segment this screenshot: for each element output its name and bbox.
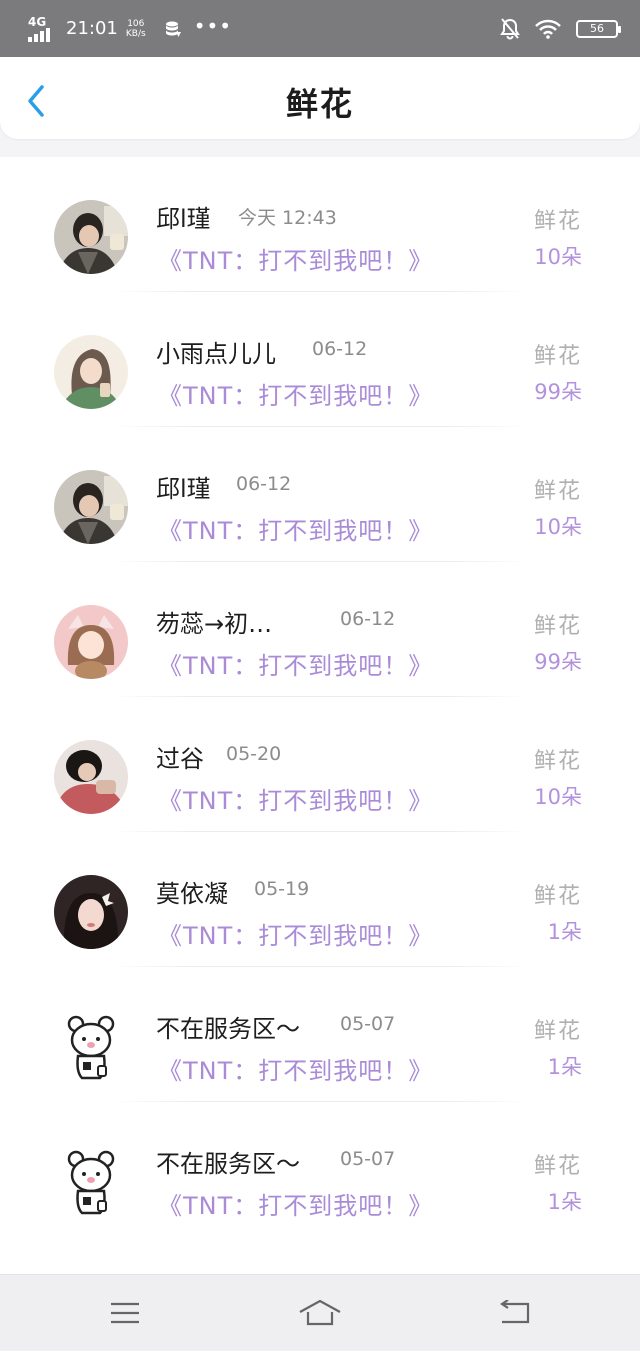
list-item[interactable]: 芴蕊→初… 06-12 《TNT：打不到我吧！》 鲜花 99朵 — [0, 562, 640, 697]
more-icon: ••• — [193, 13, 233, 38]
page-title: 鲜花 — [285, 85, 354, 123]
list-item[interactable]: 小雨点儿儿 06-12 《TNT：打不到我吧！》 鲜花 99朵 — [0, 292, 640, 427]
network-speed: 106 KB/s — [126, 19, 146, 39]
gift-type: 鲜花 — [533, 479, 582, 504]
gift-type: 鲜花 — [533, 749, 582, 774]
gift-count: 10朵 — [534, 515, 582, 539]
sender-name: 芴蕊→初… — [156, 610, 273, 638]
gift-title: 《TNT：打不到我吧！》 — [158, 1057, 434, 1085]
gift-count: 99朵 — [534, 380, 582, 404]
speed-value: 106 — [127, 18, 145, 29]
avatar[interactable] — [54, 335, 128, 409]
gift-title: 《TNT：打不到我吧！》 — [158, 652, 434, 680]
sender-name: 邱l瑾 — [156, 205, 211, 233]
clock: 21:01 — [66, 18, 118, 39]
notifications-off-icon — [500, 17, 520, 39]
list-item[interactable]: 莫依凝 05-19 《TNT：打不到我吧！》 鲜花 1朵 — [0, 832, 640, 967]
gift-count: 10朵 — [534, 785, 582, 809]
status-right: 56 — [500, 17, 621, 40]
gift-title: 《TNT：打不到我吧！》 — [158, 382, 434, 410]
gift-count: 1朵 — [547, 920, 582, 944]
gift-title: 《TNT：打不到我吧！》 — [158, 787, 434, 815]
avatar[interactable] — [54, 200, 128, 274]
sent-date: 05-20 — [226, 743, 282, 765]
sender-name: 小雨点儿儿 — [156, 340, 276, 368]
avatar[interactable] — [54, 740, 128, 814]
home-button[interactable] — [298, 1293, 342, 1333]
back-arrow-icon — [500, 1300, 530, 1324]
gift-title: 《TNT：打不到我吧！》 — [158, 247, 434, 275]
sent-date: 05-19 — [254, 878, 310, 900]
sender-name: 不在服务区～ — [156, 1150, 300, 1178]
gift-count: 10朵 — [534, 245, 582, 269]
avatar[interactable] — [54, 1010, 128, 1084]
gift-title: 《TNT：打不到我吧！》 — [158, 922, 434, 950]
storage-icon — [165, 21, 181, 37]
wifi-icon — [535, 19, 561, 39]
speed-unit: KB/s — [125, 28, 146, 39]
menu-icon — [111, 1302, 139, 1324]
list-item[interactable]: 不在服务区～ 05-07 《TNT：打不到我吧！》 鲜花 1朵 — [0, 1102, 640, 1237]
app-header: 鲜花 — [0, 57, 640, 139]
menu-button[interactable] — [103, 1293, 147, 1333]
network-type: 4G — [28, 14, 47, 29]
gift-count: 1朵 — [547, 1055, 582, 1079]
gift-type: 鲜花 — [533, 884, 582, 909]
list-item[interactable]: 邱l瑾 06-12 《TNT：打不到我吧！》 鲜花 10朵 — [0, 427, 640, 562]
home-icon — [299, 1299, 341, 1326]
sent-date: 06-12 — [340, 608, 396, 630]
sent-date: 05-07 — [340, 1148, 396, 1170]
sender-name: 莫依凝 — [156, 880, 228, 908]
gift-type: 鲜花 — [533, 614, 582, 639]
gift-type: 鲜花 — [533, 1019, 582, 1044]
list-item[interactable]: 不在服务区～ 05-07 《TNT：打不到我吧！》 鲜花 1朵 — [0, 967, 640, 1102]
gift-type: 鲜花 — [533, 1154, 582, 1179]
sender-name: 不在服务区～ — [156, 1015, 300, 1043]
list-item[interactable]: 过谷 05-20 《TNT：打不到我吧！》 鲜花 10朵 — [0, 697, 640, 832]
sent-date: 06-12 — [236, 473, 292, 495]
status-bar: 4G 21:01 106 KB/s ••• 56 — [0, 0, 640, 57]
gift-count: 99朵 — [534, 650, 582, 674]
avatar[interactable] — [54, 470, 128, 544]
gift-type: 鲜花 — [533, 344, 582, 369]
sender-name: 邱l瑾 — [156, 475, 211, 503]
sender-name: 过谷 — [156, 745, 204, 773]
list-item[interactable]: 邱l瑾 今天 12:43 《TNT：打不到我吧！》 鲜花 10朵 — [0, 157, 640, 292]
system-nav-bar — [0, 1274, 640, 1351]
avatar[interactable] — [54, 605, 128, 679]
avatar[interactable] — [54, 875, 128, 949]
gift-title: 《TNT：打不到我吧！》 — [158, 1192, 434, 1220]
sent-date: 05-07 — [340, 1013, 396, 1035]
sent-date: 今天 12:43 — [238, 207, 337, 229]
signal-icon: 4G — [28, 16, 56, 42]
avatar[interactable] — [54, 1145, 128, 1219]
battery-level: 56 — [590, 22, 604, 35]
back-nav-button[interactable] — [493, 1293, 537, 1333]
gift-title: 《TNT：打不到我吧！》 — [158, 517, 434, 545]
gift-count: 1朵 — [547, 1190, 582, 1214]
flower-record-list: 邱l瑾 今天 12:43 《TNT：打不到我吧！》 鲜花 10朵 小雨点儿儿 0… — [0, 157, 640, 1274]
battery-icon: 56 — [576, 19, 621, 38]
gift-type: 鲜花 — [533, 209, 582, 234]
sent-date: 06-12 — [312, 338, 368, 360]
status-left: 4G 21:01 106 KB/s ••• — [28, 13, 233, 42]
